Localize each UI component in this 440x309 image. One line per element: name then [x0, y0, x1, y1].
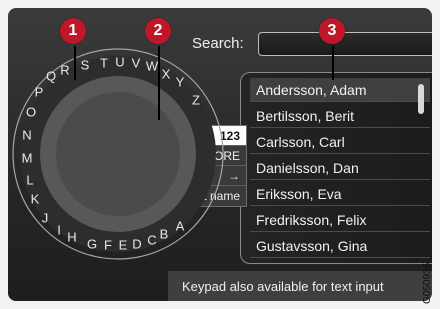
wheel-menu: 123 MORE → First name [175, 125, 247, 207]
wheel-letter[interactable]: N [22, 128, 31, 143]
wheel-letter[interactable]: S [81, 58, 90, 73]
menu-item-more[interactable]: MORE [176, 146, 246, 166]
list-item[interactable]: Bertilsson, Berit [250, 104, 430, 128]
callout-line [332, 46, 334, 80]
wheel-letter[interactable]: I [57, 223, 61, 238]
wheel-letter[interactable]: H [67, 230, 76, 245]
callout-3: 3 [319, 18, 345, 44]
wheel-letter[interactable]: B [160, 227, 169, 242]
wheel-letter[interactable]: Z [192, 93, 200, 108]
search-label: Search: [192, 35, 244, 52]
wheel-letter[interactable]: Y [176, 75, 185, 90]
wheel-letter[interactable]: K [31, 192, 40, 207]
wheel-letter[interactable]: D [132, 237, 141, 252]
menu-item-123[interactable]: 123 [176, 126, 246, 146]
wheel-letter[interactable]: P [35, 85, 44, 100]
list-item[interactable]: Fredriksson, Felix [250, 208, 430, 232]
wheel-letter[interactable]: L [26, 173, 33, 188]
figure-code: G050935 [422, 262, 433, 304]
wheel-letter[interactable]: R [60, 63, 69, 78]
list-scrollbar[interactable] [418, 84, 424, 114]
callout-1: 1 [60, 18, 86, 44]
figure-frame: Search: 123 MORE → First name Andersson,… [0, 0, 440, 309]
menu-item-first-name[interactable]: First name [176, 186, 246, 206]
wheel-letter[interactable]: V [132, 56, 141, 71]
wheel-letter[interactable]: J [42, 211, 49, 226]
wheel-letter[interactable]: T [100, 56, 108, 71]
list-item[interactable]: Danielsson, Dan [250, 156, 430, 180]
wheel-letter[interactable]: A [176, 219, 185, 234]
status-bar: Keypad also available for text input [168, 271, 432, 301]
menu-item-arrow[interactable]: → [176, 166, 246, 186]
callout-line [158, 46, 160, 120]
wheel-letter[interactable]: O [26, 105, 36, 120]
list-item[interactable]: Gustavsson, Gina [250, 234, 430, 258]
list-item[interactable]: Andersson, Adam [250, 78, 430, 102]
wheel-letter[interactable]: C [147, 233, 156, 248]
infotainment-screen: Search: 123 MORE → First name Andersson,… [8, 8, 432, 301]
search-input[interactable] [258, 32, 432, 56]
callout-2: 2 [145, 18, 171, 44]
wheel-letter[interactable]: G [87, 237, 97, 252]
wheel-letter[interactable]: X [162, 67, 171, 82]
wheel-letter[interactable]: M [22, 151, 33, 166]
list-item[interactable]: Eriksson, Eva [250, 182, 430, 206]
list-item[interactable]: Carlsson, Carl [250, 130, 430, 154]
wheel-letter[interactable]: W [146, 59, 158, 74]
callout-line [74, 46, 76, 80]
wheel-letter[interactable]: Q [46, 69, 56, 84]
wheel-letter[interactable]: U [115, 55, 124, 70]
wheel-letter[interactable]: F [104, 238, 112, 253]
wheel-letter[interactable]: E [119, 238, 128, 253]
